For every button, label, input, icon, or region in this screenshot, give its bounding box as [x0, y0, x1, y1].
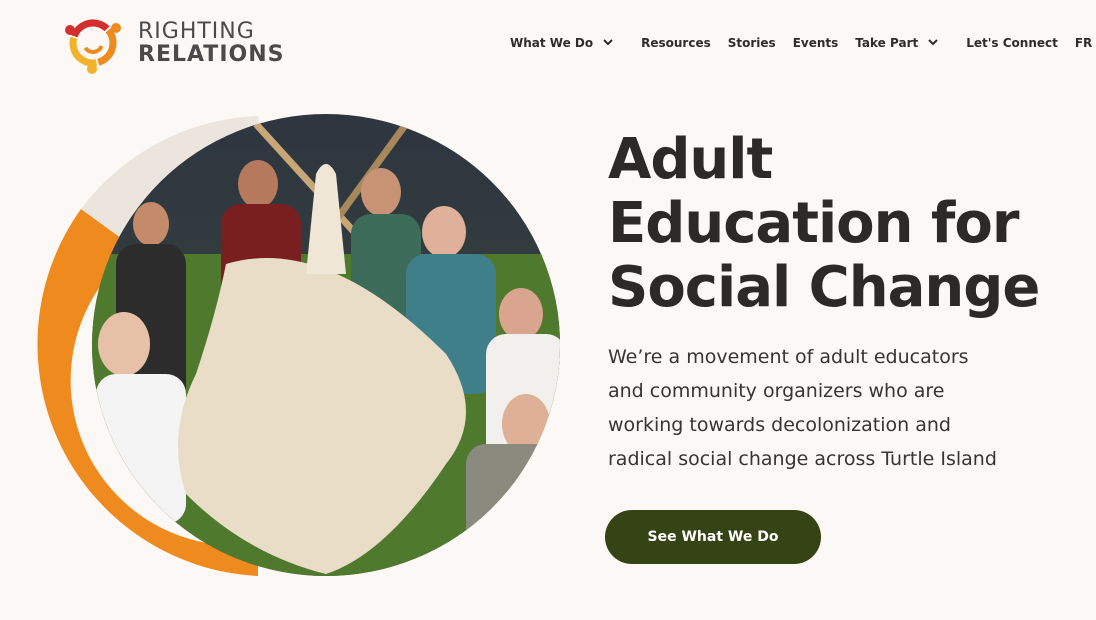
- nav-item-label: Events: [792, 36, 839, 50]
- site-logo[interactable]: RIGHTING RELATIONS: [60, 10, 284, 76]
- nav-item-stories[interactable]: Stories: [728, 36, 776, 50]
- nav-item-take-part[interactable]: Take Part: [855, 36, 938, 50]
- nav-item-label: Take Part: [855, 36, 919, 50]
- nav-item-what-we-do[interactable]: What We Do: [510, 36, 613, 50]
- hero-subtitle: We’re a movement of adult educators and …: [608, 346, 997, 470]
- nav-item-fr[interactable]: FR: [1075, 36, 1092, 50]
- chevron-down-icon: [928, 38, 938, 49]
- nav-item-label: Stories: [727, 36, 776, 50]
- nav-item-lets-connect[interactable]: Let's Connect: [966, 36, 1058, 50]
- nav-item-label: Resources: [641, 36, 711, 50]
- hero-title: Adult Education for Social Change: [608, 128, 1068, 320]
- chevron-down-icon: [603, 38, 613, 49]
- nav-item-resources[interactable]: Resources: [641, 36, 711, 50]
- nav-item-label: Let's Connect: [966, 36, 1058, 50]
- hero-title-line: Social Change: [608, 255, 1040, 320]
- hero-title-line: Education for: [608, 191, 1019, 256]
- hero-text: Adult Education for Social Change We’re …: [608, 128, 1068, 476]
- logo-text-righting: RIGHTING: [138, 18, 255, 44]
- nav-item-label: FR: [1074, 36, 1093, 50]
- site-header: RIGHTING RELATIONS What We Do Resources …: [0, 0, 1096, 90]
- nav-item-events[interactable]: Events: [793, 36, 839, 50]
- righting-relations-logo-icon: [65, 19, 121, 74]
- hero-title-line: Adult: [608, 127, 773, 192]
- main-nav: What We Do Resources Stories Events Take…: [510, 33, 1092, 53]
- hero-photo: [37, 114, 560, 576]
- nav-item-label: What We Do: [510, 36, 594, 50]
- see-what-we-do-button[interactable]: See What We Do: [605, 510, 821, 564]
- logo-text-relations: RELATIONS: [138, 42, 285, 67]
